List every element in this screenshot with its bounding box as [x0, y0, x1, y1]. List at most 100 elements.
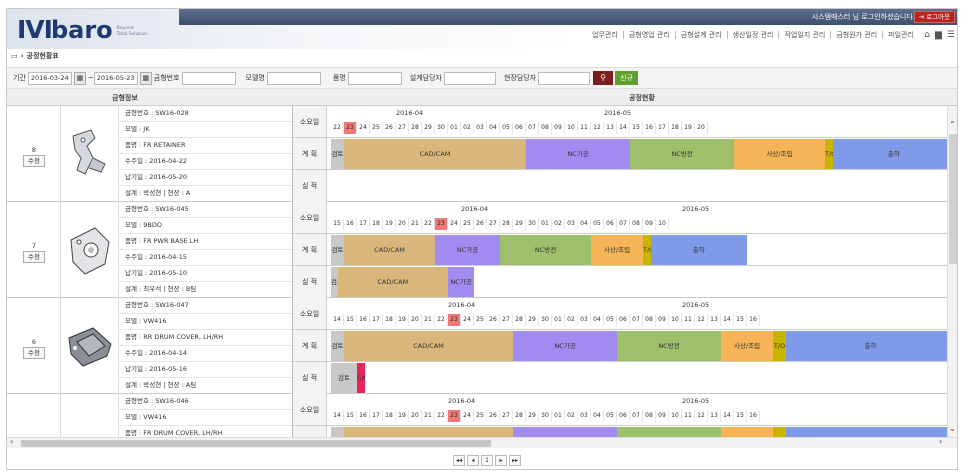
item-input[interactable] [347, 71, 402, 85]
day-cell: 16 [747, 314, 760, 326]
mold-no-input[interactable] [181, 71, 236, 85]
scroll-down-icon[interactable]: ⌄ [949, 424, 956, 433]
last-page-button[interactable]: ▸▸ [509, 455, 522, 466]
plan-bar[interactable]: NC가공 [513, 331, 617, 361]
plan-bar[interactable] [344, 427, 513, 437]
plan-bar[interactable]: 출하 [786, 331, 949, 361]
calendar-icon[interactable]: ▦ [73, 71, 86, 85]
month-label: 2016-05 [604, 109, 632, 117]
plan-bar[interactable] [786, 427, 949, 437]
plan-bar[interactable]: 검토 [331, 139, 344, 169]
actual-track [327, 170, 949, 202]
plan-bar[interactable]: NC방전 [630, 139, 734, 169]
menu-item-work[interactable]: 업무관리 [587, 31, 623, 39]
plan-bar[interactable]: 출하 [650, 235, 747, 265]
plan-bar[interactable]: 검토 [331, 331, 344, 361]
menu-icon[interactable]: ☰ [947, 30, 955, 40]
menu-item-schedule[interactable]: 생산일정 관리 [726, 31, 779, 39]
day-cell: 30 [526, 218, 539, 230]
menu-item-files[interactable]: 파일관리 [882, 31, 919, 39]
day-cell: 11 [682, 314, 695, 326]
plan-bar[interactable] [513, 427, 617, 437]
folder-icon[interactable]: ▆ [935, 30, 942, 40]
plan-bar[interactable] [331, 427, 344, 437]
item-name: 품명 : FR RETAINER [119, 138, 292, 154]
day-cell: 04 [591, 410, 604, 422]
menu-item-worklog[interactable]: 작업일지 관리 [778, 31, 830, 39]
menu-item-design[interactable]: 금형설계 관리 [674, 31, 727, 39]
day-cell: 29 [526, 410, 539, 422]
scroll-thumb[interactable] [949, 134, 957, 264]
scroll-up-icon[interactable]: ⌃ [949, 120, 956, 129]
plan-bar[interactable]: T/O [825, 139, 833, 169]
horizontal-scrollbar[interactable]: ‹ › [7, 437, 957, 448]
actual-bar[interactable]: 검토 [331, 363, 357, 393]
plan-bar[interactable]: NC가공 [435, 235, 500, 265]
plan-bar[interactable]: CAD/CAM [344, 139, 526, 169]
plan-track [327, 426, 949, 437]
actual-bar[interactable]: NC가공 [448, 267, 474, 297]
next-page-button[interactable]: ▸ [495, 455, 508, 466]
actual-bar[interactable]: CAD/CAM [337, 267, 448, 297]
edit-button[interactable]: 수정 [23, 347, 45, 359]
plan-label: 계 획 [293, 426, 327, 437]
day-cell: 13 [604, 122, 617, 134]
day-cell: 09 [643, 218, 656, 230]
part-image [61, 394, 119, 437]
prev-page-button[interactable]: ◂ [467, 455, 480, 466]
plan-bar[interactable]: CAD/CAM [344, 235, 435, 265]
plan-bar[interactable]: CAD/CAM [344, 331, 513, 361]
day-cell: 27 [396, 122, 409, 134]
day-cell: 14 [617, 122, 630, 134]
scroll-thumb[interactable] [21, 440, 491, 447]
home-icon[interactable]: ⌂ [924, 30, 930, 40]
plan-bar[interactable]: 사상/조립 [721, 331, 773, 361]
edit-button[interactable]: 수정 [23, 251, 45, 263]
day-cell: 21 [422, 410, 435, 422]
plan-bar[interactable]: T/O [773, 331, 786, 361]
menu-item-sales[interactable]: 금형영업 관리 [622, 31, 675, 39]
new-button[interactable]: 신규 [615, 71, 639, 85]
plan-bar[interactable]: T/O [643, 235, 651, 265]
plan-bar[interactable]: 출하 [832, 139, 949, 169]
scroll-left-icon[interactable]: ‹ [10, 437, 13, 446]
plan-bar[interactable] [773, 427, 786, 437]
scroll-right-icon[interactable]: › [939, 437, 942, 446]
day-cell: 22 [422, 218, 435, 230]
plan-bar[interactable]: NC방전 [617, 331, 721, 361]
day-cell: 10 [669, 314, 682, 326]
designer-input[interactable] [443, 71, 496, 85]
plan-bar[interactable]: NC가공 [526, 139, 630, 169]
day-cell: 19 [682, 122, 695, 134]
plan-bar[interactable]: 검토 [331, 235, 344, 265]
menu-item-cost[interactable]: 금형원가 관리 [830, 31, 882, 39]
day-cell: 23 [448, 314, 461, 326]
edit-button[interactable]: 수정 [23, 155, 45, 167]
plan-bar[interactable]: NC방전 [500, 235, 591, 265]
plan-bar[interactable]: 사상/조립 [591, 235, 643, 265]
day-cell: 15 [331, 218, 344, 230]
mold-number: 금형번호 : SW16-028 [119, 106, 292, 122]
day-cell: 08 [539, 122, 552, 134]
mold-number: 금형번호 : SW16-046 [119, 394, 292, 410]
header: IVI baro Beyond Total Solution 시스템매스터 님 … [7, 9, 957, 49]
vertical-scrollbar[interactable]: ⌃ ⌄ [947, 106, 957, 437]
model-input[interactable] [266, 71, 321, 85]
calendar-icon[interactable]: ▦ [139, 71, 152, 85]
first-page-button[interactable]: ◂◂ [453, 455, 466, 466]
date-to-input[interactable]: 2016-05-23 [93, 71, 138, 85]
plan-bar[interactable] [721, 427, 773, 437]
logout-button[interactable]: ⇥ 로그아웃 [913, 11, 955, 23]
day-cell: 14 [331, 410, 344, 422]
date-from-input[interactable]: 2016-03-24 [27, 71, 72, 85]
day-cell: 28 [513, 314, 526, 326]
site-input[interactable] [538, 71, 591, 85]
search-button[interactable]: ⚲ [593, 71, 614, 85]
plan-bar[interactable] [617, 427, 721, 437]
actual-bar[interactable]: CA [357, 363, 365, 393]
month-label: 2016-04 [448, 301, 476, 309]
day-cell: 03 [578, 410, 591, 422]
day-cell: 15 [630, 122, 643, 134]
plan-bar[interactable]: 사상/조립 [734, 139, 825, 169]
page-number[interactable]: 1 [481, 455, 494, 466]
